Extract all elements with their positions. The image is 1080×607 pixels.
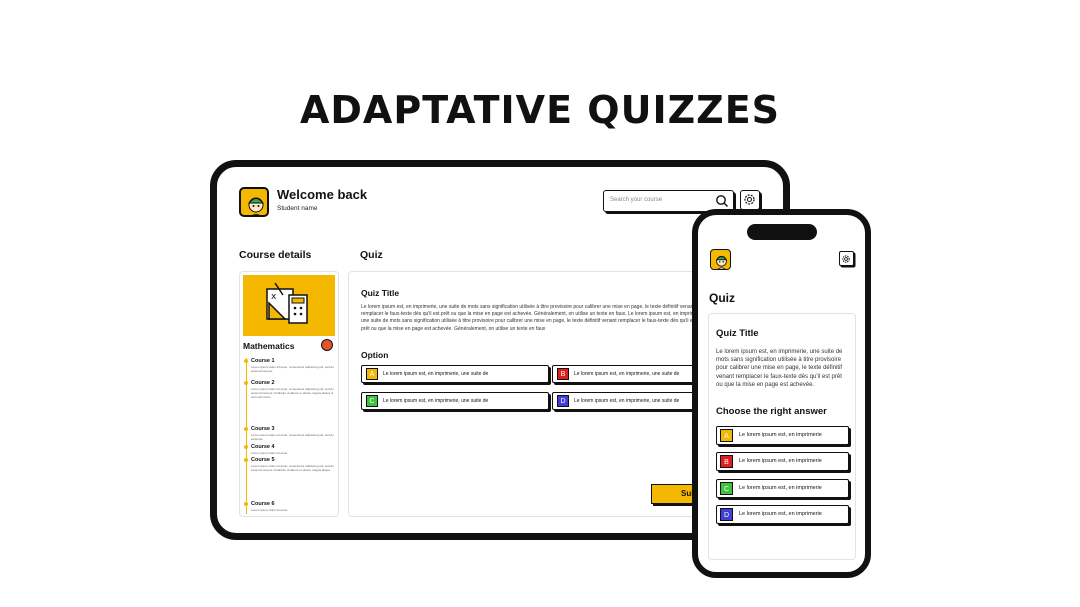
gear-icon[interactable] — [740, 190, 760, 210]
course-item[interactable]: Course 4 Lorem ipsum dolor sit amet. — [244, 444, 335, 455]
quiz-title: Quiz Title — [716, 328, 759, 339]
phone-notch — [747, 224, 817, 240]
option-text: Le lorem ipsum est, en imprimerie — [739, 511, 822, 517]
answer-option-b[interactable]: B Le lorem ipsum est, en imprimerie — [716, 452, 849, 471]
page-headline: ADAPTATIVE QUIZZES — [299, 88, 781, 132]
answer-option-a[interactable]: A Le lorem ipsum est, en imprimerie — [716, 426, 849, 445]
answer-option-c[interactable]: C Le lorem ipsum est, en imprimerie, une… — [361, 392, 549, 410]
option-letter: A — [366, 368, 378, 380]
option-letter: B — [557, 368, 569, 380]
course-description: Lorem ipsum dolor sit amet, consectetur … — [251, 464, 334, 472]
option-letter: A — [720, 429, 733, 442]
avatar-icon[interactable] — [239, 187, 269, 217]
course-description: Lorem ipsum dolor sit amet, consectetur … — [251, 387, 334, 399]
option-text: Le lorem ipsum est, en imprimerie, une s… — [574, 371, 680, 377]
avatar-icon[interactable] — [710, 249, 731, 270]
course-item[interactable]: Course 1 Lorem ipsum dolor sit amet, con… — [244, 358, 335, 373]
course-description: Lorem ipsum dolor sit amet. — [251, 451, 289, 455]
quiz-heading: Quiz — [709, 291, 735, 305]
answer-option-c[interactable]: C Le lorem ipsum est, en imprimerie — [716, 479, 849, 498]
course-item[interactable]: Course 5 Lorem ipsum dolor sit amet, con… — [244, 457, 335, 472]
option-text: Le lorem ipsum est, en imprimerie, une s… — [574, 398, 680, 404]
course-title: Course 2 — [251, 380, 275, 386]
gear-icon[interactable] — [839, 251, 854, 266]
svg-text:x: x — [271, 292, 277, 302]
option-text: Le lorem ipsum est, en imprimerie — [739, 485, 822, 491]
student-name: Student name — [277, 205, 318, 212]
course-title: Course 1 — [251, 358, 275, 364]
course-description: Lorem ipsum dolor sit amet. — [251, 508, 289, 512]
timeline-dot — [244, 445, 248, 449]
option-heading: Option — [361, 350, 389, 360]
course-details-heading: Course details — [239, 249, 312, 261]
phone-device: Quiz Quiz Title Le lorem ipsum est, en i… — [692, 209, 871, 578]
option-letter: D — [557, 395, 569, 407]
quiz-panel: Quiz Title Le lorem ipsum est, en imprim… — [708, 313, 856, 560]
subject-title: Mathematics — [243, 341, 295, 351]
course-item[interactable]: Course 2 Lorem ipsum dolor sit amet, con… — [244, 380, 335, 399]
option-letter: C — [366, 395, 378, 407]
option-text: Le lorem ipsum est, en imprimerie — [739, 432, 822, 438]
quiz-title: Quiz Title — [361, 288, 400, 298]
math-tools-icon: x — [243, 275, 335, 336]
course-details-panel: x Mathematics Course 1 Lorem ipsum dolor… — [239, 271, 339, 517]
course-item[interactable]: Course 6 Lorem ipsum dolor sit amet. — [244, 501, 335, 512]
course-item[interactable]: Course 3 Lorem ipsum dolor sit amet, con… — [244, 426, 335, 441]
answer-option-a[interactable]: A Le lorem ipsum est, en imprimerie, une… — [361, 365, 549, 383]
welcome-title: Welcome back — [277, 187, 368, 202]
quiz-question-text: Le lorem ipsum est, en imprimerie, une s… — [361, 304, 705, 332]
course-title: Course 5 — [251, 457, 275, 463]
notification-badge-icon[interactable] — [321, 339, 333, 351]
choose-answer-heading: Choose the right answer — [716, 406, 827, 417]
option-letter: D — [720, 508, 733, 521]
search-placeholder: Search your course — [610, 197, 663, 203]
timeline-dot — [244, 381, 248, 385]
course-description: Lorem ipsum dolor sit amet, consectetur … — [251, 365, 334, 373]
option-letter: C — [720, 482, 733, 495]
timeline-dot — [244, 427, 248, 431]
answer-option-d[interactable]: D Le lorem ipsum est, en imprimerie — [716, 505, 849, 524]
option-text: Le lorem ipsum est, en imprimerie — [739, 458, 822, 464]
course-title: Course 4 — [251, 444, 275, 450]
timeline-dot — [244, 458, 248, 462]
quiz-question-text: Le lorem ipsum est, en imprimerie, une s… — [716, 349, 843, 388]
quiz-heading: Quiz — [360, 249, 383, 261]
timeline-dot — [244, 502, 248, 506]
search-icon — [716, 195, 728, 207]
option-text: Le lorem ipsum est, en imprimerie, une s… — [383, 398, 489, 404]
timeline-dot — [244, 359, 248, 363]
option-letter: B — [720, 455, 733, 468]
option-text: Le lorem ipsum est, en imprimerie, une s… — [383, 371, 489, 377]
course-description: Lorem ipsum dolor sit amet, consectetur … — [251, 433, 334, 441]
course-title: Course 6 — [251, 501, 275, 507]
course-title: Course 3 — [251, 426, 275, 432]
